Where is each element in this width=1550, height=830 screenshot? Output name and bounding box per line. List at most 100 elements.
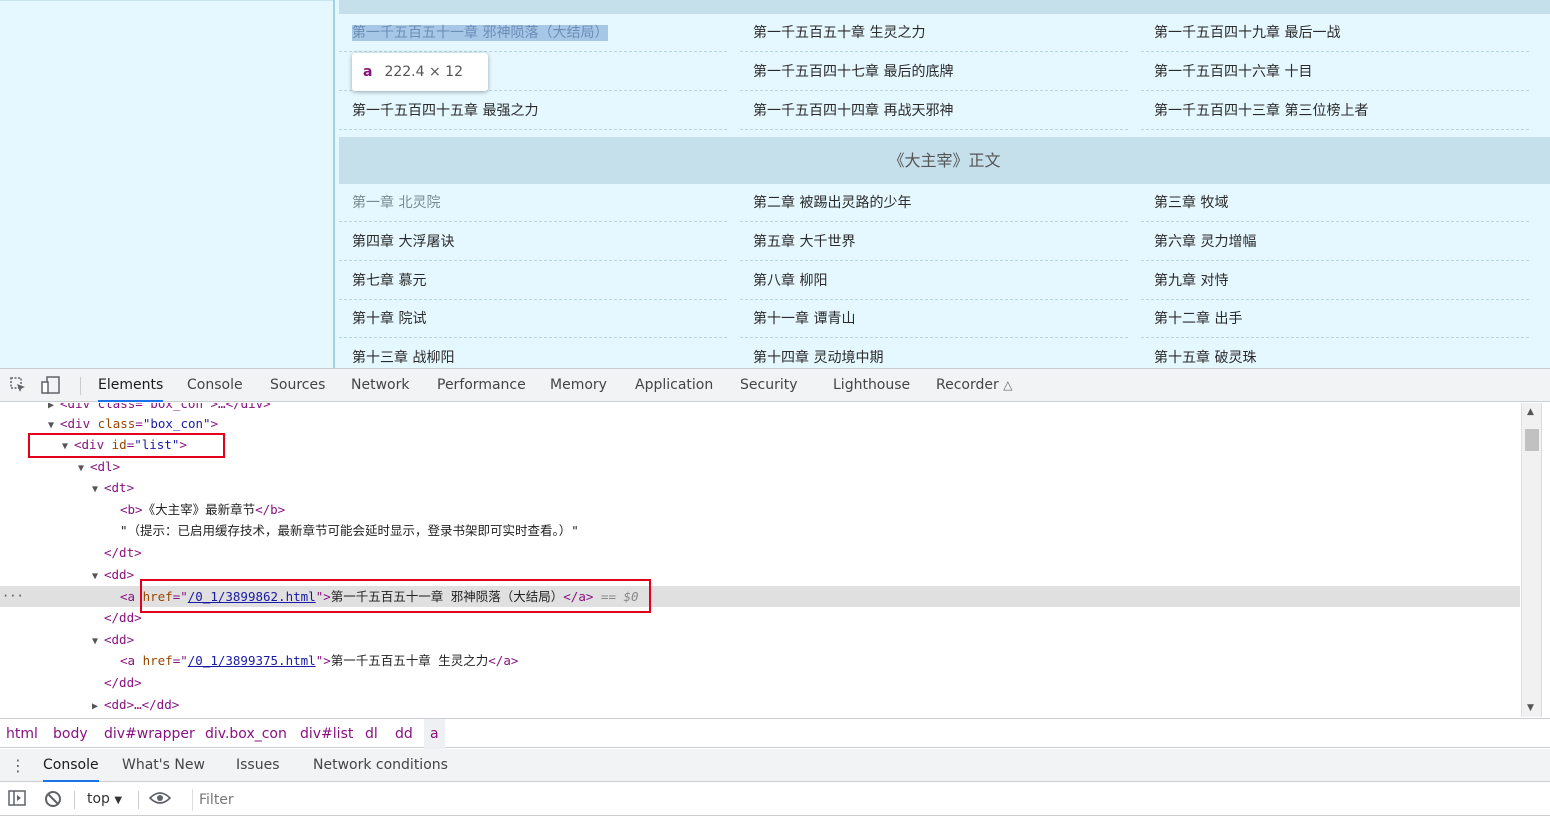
clear-console-icon[interactable] (43, 790, 63, 810)
tag-close: </a> (488, 653, 519, 668)
chapter-link[interactable]: 第一千五百四十四章 再战天邪神 (740, 92, 1128, 130)
breadcrumb-list[interactable]: div#list (300, 719, 353, 749)
tab-security[interactable]: Security (740, 369, 798, 402)
href-link[interactable]: /0_1/3899375.html (188, 653, 316, 668)
sidebar-toggle-icon[interactable] (7, 790, 27, 810)
dom-node[interactable]: <a href="/0_1/3899375.html">第一千五百五十章 生灵之… (0, 650, 1520, 671)
collapsed-triangle-icon: ▶ (92, 701, 99, 712)
dom-node[interactable]: ▼ <dl> (0, 456, 1520, 477)
chapter-link[interactable]: 第一千五百四十七章 最后的底牌 (740, 53, 1128, 91)
breadcrumb-wrapper[interactable]: div#wrapper (104, 719, 195, 749)
dom-node[interactable]: ▼ <dt> (0, 477, 1520, 498)
dom-node-text: <dl> (90, 459, 121, 474)
tab-lighthouse[interactable]: Lighthouse (833, 369, 910, 402)
latest-row: 第一千五百四十八章 第一千五百四十七章 最后的底牌 第一千五百四十六章 十目 (339, 53, 1550, 92)
chapter-link[interactable]: 第十三章 战柳阳 (339, 339, 727, 368)
tab-performance[interactable]: Performance (437, 369, 526, 402)
chapter-link[interactable]: 第七章 慕元 (339, 262, 727, 300)
dom-scrollbar[interactable]: ▲ ▼ (1521, 403, 1541, 717)
chapter-link[interactable]: 第五章 大千世界 (740, 223, 1128, 261)
dom-node[interactable]: ▼ <dd> (0, 629, 1520, 650)
highlight-box-div-list (28, 433, 225, 458)
dom-node[interactable]: ▶ <dd>…</dd> (0, 694, 1520, 715)
chapter-link[interactable]: 第八章 柳阳 (740, 262, 1128, 300)
chapter-link[interactable]: 第十二章 出手 (1141, 300, 1529, 338)
breadcrumb-html[interactable]: html (6, 719, 38, 749)
dom-node[interactable]: </dd> (0, 672, 1520, 693)
breadcrumb-dl[interactable]: dl (365, 719, 378, 749)
chapter-link[interactable]: 第二章 被踢出灵路的少年 (740, 184, 1128, 222)
breadcrumb-box-con[interactable]: div.box_con (205, 719, 287, 749)
chapter-link[interactable]: 第六章 灵力增幅 (1141, 223, 1529, 261)
dom-text: "（提示：已启用缓存技术，最新章节可能会延时显示，登录书架即可实时查看。）" (120, 523, 579, 538)
tag-open: <div (60, 416, 98, 431)
left-border (333, 0, 335, 368)
chapter-link[interactable]: 第三章 牧域 (1141, 184, 1529, 222)
tab-recorder-label: Recorder (936, 377, 999, 393)
inspect-tooltip: a 222.4 × 12 (352, 53, 488, 91)
tab-network[interactable]: Network (351, 369, 409, 402)
eye-icon[interactable] (148, 790, 172, 810)
dropdown-arrow-icon: ▼ (114, 795, 123, 806)
highlighted-chapter-link[interactable]: 第一千五百五十一章 邪神陨落（大结局） (352, 25, 609, 41)
chapter-link[interactable]: 第十五章 破灵珠 (1141, 339, 1529, 368)
chapter-link[interactable]: 第一千五百四十五章 最强之力 (339, 92, 727, 130)
device-toolbar-icon[interactable] (41, 376, 61, 396)
more-options-icon[interactable]: ··· (2, 589, 24, 603)
dom-node[interactable]: ▼ <div class="box_con"> (0, 413, 1520, 434)
chapter-link[interactable]: 第一千五百四十六章 十目 (1141, 53, 1529, 91)
tab-separator (80, 377, 81, 395)
scroll-down-icon[interactable]: ▼ (1527, 703, 1534, 713)
tab-elements[interactable]: Elements (98, 369, 164, 402)
scroll-up-icon[interactable]: ▲ (1527, 407, 1534, 417)
tab-application[interactable]: Application (635, 369, 713, 402)
breadcrumb-dd[interactable]: dd (395, 719, 413, 749)
drawer-tab-issues[interactable]: Issues (236, 749, 280, 782)
breadcrumb-a[interactable]: a (424, 719, 445, 749)
dom-node[interactable]: ▼ <div id="list"> (0, 434, 1520, 455)
left-blank-area (0, 0, 334, 368)
dom-text: 第一千五百五十章 生灵之力 (330, 653, 489, 668)
context-select[interactable]: top ▼ (87, 783, 122, 816)
dom-node-text: <dd>…</dd> (104, 697, 180, 712)
chapter-link[interactable]: 第九章 对恃 (1141, 262, 1529, 300)
breadcrumb-body[interactable]: body (53, 719, 88, 749)
dom-node[interactable]: "（提示：已启用缓存技术，最新章节可能会延时显示，登录书架即可实时查看。）" (0, 520, 1520, 541)
chapter-link[interactable]: 第十章 院试 (339, 300, 727, 338)
chapter-link[interactable]: 第一章 北灵院 (339, 184, 727, 222)
console-filter-input[interactable]: Filter (192, 789, 1550, 811)
dom-node-text: <dt> (104, 480, 135, 495)
expanded-triangle-icon: ▼ (92, 636, 99, 647)
drawer-tab-whats-new[interactable]: What's New (122, 749, 205, 782)
console-output (0, 817, 1550, 830)
dom-node[interactable]: </dt> (0, 542, 1520, 563)
tag-close: </b> (255, 502, 286, 517)
devtools-tabbar: Elements Console Sources Network Perform… (0, 369, 1550, 402)
tab-recorder[interactable]: Recorder △ (936, 369, 1012, 402)
dom-tree: ▶ <div class="box_con">…</div> ▼ <div clas… (0, 403, 1520, 717)
tab-console[interactable]: Console (187, 369, 243, 402)
chapter-link[interactable]: 第十四章 灵动境中期 (740, 339, 1128, 368)
scroll-thumb[interactable] (1525, 429, 1539, 451)
drawer-tab-console[interactable]: Console (43, 749, 99, 782)
drawer-menu-icon[interactable]: ⋮ (10, 749, 26, 782)
latest-row: 第一千五百四十五章 最强之力 第一千五百四十四章 再战天邪神 第一千五百四十三章… (339, 92, 1550, 131)
tab-memory[interactable]: Memory (550, 369, 607, 402)
dom-node[interactable]: <b>《大主宰》最新章节</b> (0, 499, 1520, 520)
chapter-link[interactable]: 第一千五百五十一章 邪神陨落（大结局） (339, 14, 727, 52)
chapter-link[interactable]: 第十一章 谭青山 (740, 300, 1128, 338)
tab-sources[interactable]: Sources (270, 369, 325, 402)
inspect-element-icon[interactable] (8, 376, 28, 396)
chapter-link[interactable]: 第一千五百四十九章 最后一战 (1141, 14, 1529, 52)
attr-name: class (97, 416, 136, 431)
chapter-link[interactable]: 第一千五百四十三章 第三位榜上者 (1141, 92, 1529, 130)
chapter-row: 第四章 大浮屠诀 第五章 大千世界 第六章 灵力增幅 (339, 223, 1550, 262)
chapter-link[interactable]: 第四章 大浮屠诀 (339, 223, 727, 261)
chapter-link[interactable]: 第一千五百五十章 生灵之力 (740, 14, 1128, 52)
drawer-tabbar: ⋮ Console What's New Issues Network cond… (0, 749, 1550, 782)
chapter-row: 第七章 慕元 第八章 柳阳 第九章 对恃 (339, 262, 1550, 301)
drawer-tab-network-conditions[interactable]: Network conditions (313, 749, 448, 782)
latest-row: 第一千五百五十一章 邪神陨落（大结局） 第一千五百五十章 生灵之力 第一千五百四… (339, 14, 1550, 53)
tooltip-size: 222.4 × 12 (384, 64, 463, 80)
chapter-row: 第十章 院试 第十一章 谭青山 第十二章 出手 (339, 300, 1550, 339)
